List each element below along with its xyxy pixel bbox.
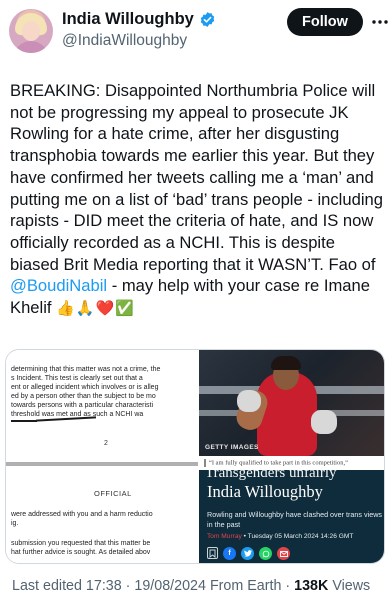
doc-line: ig. — [11, 520, 19, 527]
doc-line: s Incident. This test is clearly set out… — [11, 375, 143, 382]
byline-author: Tom Murray — [207, 533, 242, 540]
doc-line: submission you requested that this matte… — [11, 540, 151, 547]
tweet-source: From Earth · — [205, 578, 295, 594]
avatar[interactable] — [9, 9, 53, 53]
avatar-shirt — [13, 41, 49, 53]
doc-line: were addressed with you and a harm reduc… — [11, 511, 153, 518]
doc-underline — [11, 420, 37, 422]
photo-caption: “I am fully qualified to take part in th… — [199, 456, 384, 470]
doc-page-divider — [6, 462, 198, 466]
doc-line: ent or alleged incident which involves o… — [11, 384, 159, 391]
document-image[interactable]: determining that this matter was not a c… — [6, 350, 198, 563]
boxing-glove — [311, 410, 337, 434]
verified-badge-icon — [199, 11, 216, 28]
article-cut-headline: Transgenders unfairly — [205, 470, 337, 481]
article-byline: Tom Murray • Tuesday 05 March 2024 14:26… — [207, 533, 353, 540]
boxer-hair — [271, 356, 301, 370]
more-horizontal-icon[interactable] — [372, 14, 388, 30]
tweet-text-part1: BREAKING: Disappointed Northumbria Polic… — [10, 81, 383, 274]
bookmark-icon — [207, 547, 218, 559]
doc-line: hat further advice is sought. As detaile… — [11, 549, 151, 556]
tweet-emojis: 👍🙏❤️✅ — [56, 300, 135, 318]
facebook-icon: f — [223, 547, 236, 560]
doc-page-number: 2 — [104, 440, 108, 447]
tweet-text: BREAKING: Disappointed Northumbria Polic… — [10, 80, 388, 320]
views-count: 138K — [294, 578, 329, 594]
last-edited-timestamp[interactable]: Last edited 17:38 · 19/08/2024 — [12, 578, 206, 594]
doc-line: determining that this matter was not a c… — [11, 366, 161, 373]
follow-button[interactable]: Follow — [287, 8, 363, 36]
photo-credit: GETTY IMAGES — [205, 444, 259, 451]
doc-official-label: OFFICIAL — [94, 489, 132, 498]
handle[interactable]: @IndiaWilloughby — [62, 32, 187, 50]
doc-line: ed by a person other than the subject to… — [11, 393, 156, 400]
twitter-icon — [241, 547, 254, 560]
article-standfirst: Rowling and Willoughby have clashed over… — [207, 510, 382, 529]
doc-line: towards persons with a particular charac… — [11, 402, 154, 409]
whatsapp-icon — [259, 547, 272, 560]
views-label: Views — [328, 578, 371, 594]
caption-bar — [204, 459, 206, 467]
boxing-glove — [237, 390, 261, 412]
media-grid[interactable]: determining that this matter was not a c… — [5, 349, 385, 564]
article-author-heading: India Willoughby — [207, 482, 323, 501]
byline-date: • Tuesday 05 March 2024 14:26 GMT — [241, 533, 354, 540]
display-name[interactable]: India Willoughby — [62, 10, 194, 29]
mention-link[interactable]: @BoudiNabil — [10, 276, 107, 295]
email-icon — [277, 547, 290, 560]
tweet-meta: Last edited 17:38 · 19/08/2024 From Eart… — [12, 578, 370, 594]
boxer-photo[interactable]: GETTY IMAGES — [199, 350, 384, 456]
article-card[interactable]: Transgenders unfairly India Willoughby R… — [199, 470, 384, 563]
share-row: f — [207, 547, 290, 560]
name-row: India Willoughby — [62, 10, 216, 29]
tweet-header: India Willoughby @IndiaWilloughby Follow — [0, 0, 391, 64]
caption-text: “I am fully qualified to take part in th… — [209, 459, 348, 467]
avatar-face — [22, 21, 40, 41]
